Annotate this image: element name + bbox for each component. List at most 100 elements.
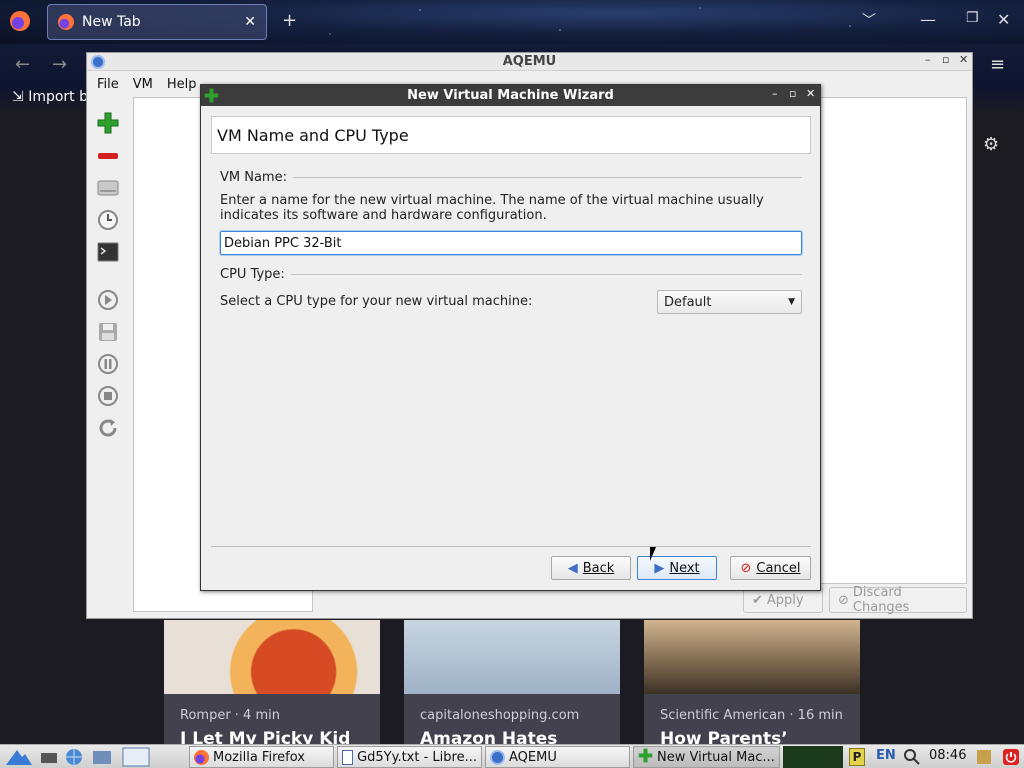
window-icon[interactable] [122,746,150,768]
check-icon: ✔ [752,592,763,608]
story-image [404,620,620,694]
start-menu-icon[interactable] [4,746,34,768]
story-card[interactable]: capitaloneshopping.com Amazon Hates [404,620,620,744]
document-icon [342,749,354,765]
save-vm-icon[interactable] [96,320,120,344]
new-vm-wizard-dialog: New Virtual Machine Wizard – ▫ ✕ VM Name… [200,84,821,591]
terminal-icon[interactable] [96,240,120,264]
remove-vm-icon[interactable] [96,144,120,168]
reset-vm-icon[interactable] [96,416,120,440]
cpu-type-selected: Default [664,294,712,310]
close-icon[interactable]: ✕ [806,87,815,100]
restore-icon[interactable]: ❐ [966,10,979,26]
next-label: Next [669,560,700,576]
menu-help[interactable]: Help [167,77,197,92]
minimize-icon[interactable]: — [920,10,936,29]
aqemu-toolbar [89,99,127,614]
vm-name-description: Enter a name for the new virtual machine… [220,193,764,223]
power-icon[interactable] [1002,746,1020,768]
story-source: capitaloneshopping.com [420,708,580,723]
taskbar-item-wizard[interactable]: New Virtual Mac... [633,746,780,768]
wizard-title: New Virtual Machine Wizard [407,88,614,103]
taskbar-item-label: New Virtual Mac... [657,749,775,765]
group-divider [290,274,802,275]
cancel-button[interactable]: ⊘ Cancel [730,556,811,580]
vm-name-input[interactable] [219,230,803,256]
pause-vm-icon[interactable] [96,352,120,376]
story-title: Amazon Hates [420,729,558,744]
aqemu-icon [490,749,505,765]
aqemu-title-bar[interactable]: AQEMU – ▫ ✕ [87,53,972,71]
taskbar-item-label: Gd5Yy.txt - Libre... [357,749,477,765]
globe-icon[interactable] [64,746,84,768]
search-icon[interactable] [903,746,921,768]
firefox-logo-icon[interactable] [10,11,30,31]
close-window-icon[interactable]: ✕ [997,10,1010,29]
menu-vm[interactable]: VM [133,77,153,92]
file-manager-icon[interactable] [92,746,112,768]
mouse-cursor [650,547,662,561]
tab-list-chevron-icon[interactable]: ﹀ [862,10,876,30]
taskbar-item-libreoffice[interactable]: Gd5Yy.txt - Libre... [337,746,482,768]
hamburger-menu-icon[interactable]: ≡ [990,54,1005,75]
aqemu-title: AQEMU [502,54,557,69]
story-card[interactable]: Scientific American · 16 min How Parents… [644,620,860,744]
taskbar-item-firefox[interactable]: Mozilla Firefox [189,746,334,768]
maximize-icon[interactable]: ▫ [942,53,949,66]
tray-p-icon[interactable]: P [849,748,865,766]
taskbar-item-label: AQEMU [509,749,557,765]
story-card[interactable]: Romper · 4 min I Let My Picky Kid [164,620,380,744]
apply-label: Apply [766,592,804,608]
cpu-type-select[interactable]: Default ▼ [657,290,802,314]
maximize-icon[interactable]: ▫ [789,87,796,100]
add-vm-icon[interactable] [96,111,120,135]
clock-icon[interactable] [96,208,120,232]
story-image [164,620,380,694]
stop-vm-icon[interactable] [96,384,120,408]
next-arrow-icon: ▶ [654,560,665,576]
close-tab-icon[interactable]: ✕ [244,14,256,30]
new-tab-button[interactable]: + [282,10,297,31]
group-divider [292,177,802,178]
cpu-type-group-label: CPU Type: [220,267,285,282]
dropdown-arrow-icon: ▼ [788,297,795,307]
aqemu-logo-icon [91,55,105,69]
add-icon [638,748,653,767]
cancel-label: Cancel [756,560,801,576]
tab-new-tab[interactable]: New Tab ✕ [47,4,267,40]
minimize-icon[interactable]: – [772,87,778,100]
next-button[interactable]: ▶ Next [637,556,717,580]
vm-name-group-label: VM Name: [220,170,287,185]
minimize-icon[interactable]: – [925,53,931,66]
gear-icon[interactable]: ⚙ [983,134,999,155]
discard-label: Discard Changes [852,585,910,615]
taskbar: Mozilla Firefox Gd5Yy.txt - Libre... AQE… [0,744,1024,768]
tab-title: New Tab [82,14,141,30]
wizard-title-bar[interactable]: New Virtual Machine Wizard – ▫ ✕ [201,85,820,106]
firefox-favicon-icon [58,14,74,30]
story-image [644,620,860,694]
menu-file[interactable]: File [97,77,119,92]
story-title: How Parents’ [660,729,788,744]
back-arrow-icon[interactable]: ← [15,54,30,75]
clock[interactable]: 08:46 [929,748,966,763]
import-label: Import b [28,89,88,105]
taskbar-item-label: Mozilla Firefox [213,749,305,765]
cancel-icon: ⊘ [740,560,752,576]
start-vm-icon[interactable] [96,288,120,312]
hard-disk-icon[interactable] [96,176,120,200]
cpu-type-prompt: Select a CPU type for your new virtual m… [220,294,533,309]
forward-arrow-icon[interactable]: → [52,54,67,75]
wizard-page-title: VM Name and CPU Type [211,116,811,154]
cpu-type-group: CPU Type: [220,267,802,282]
back-button[interactable]: ◀ Back [551,556,631,580]
network-icon[interactable] [975,746,993,768]
keyboard-layout-indicator[interactable]: EN [876,748,896,763]
discard-changes-button[interactable]: ⊘ Discard Changes [829,585,967,615]
close-icon[interactable]: ✕ [959,53,968,66]
import-bookmarks-button[interactable]: ⇲ Import b [12,89,88,105]
taskbar-item-aqemu[interactable]: AQEMU [485,746,630,768]
story-source: Romper · 4 min [180,708,280,723]
back-label: Back [582,560,615,576]
show-desktop-icon[interactable] [40,746,58,768]
